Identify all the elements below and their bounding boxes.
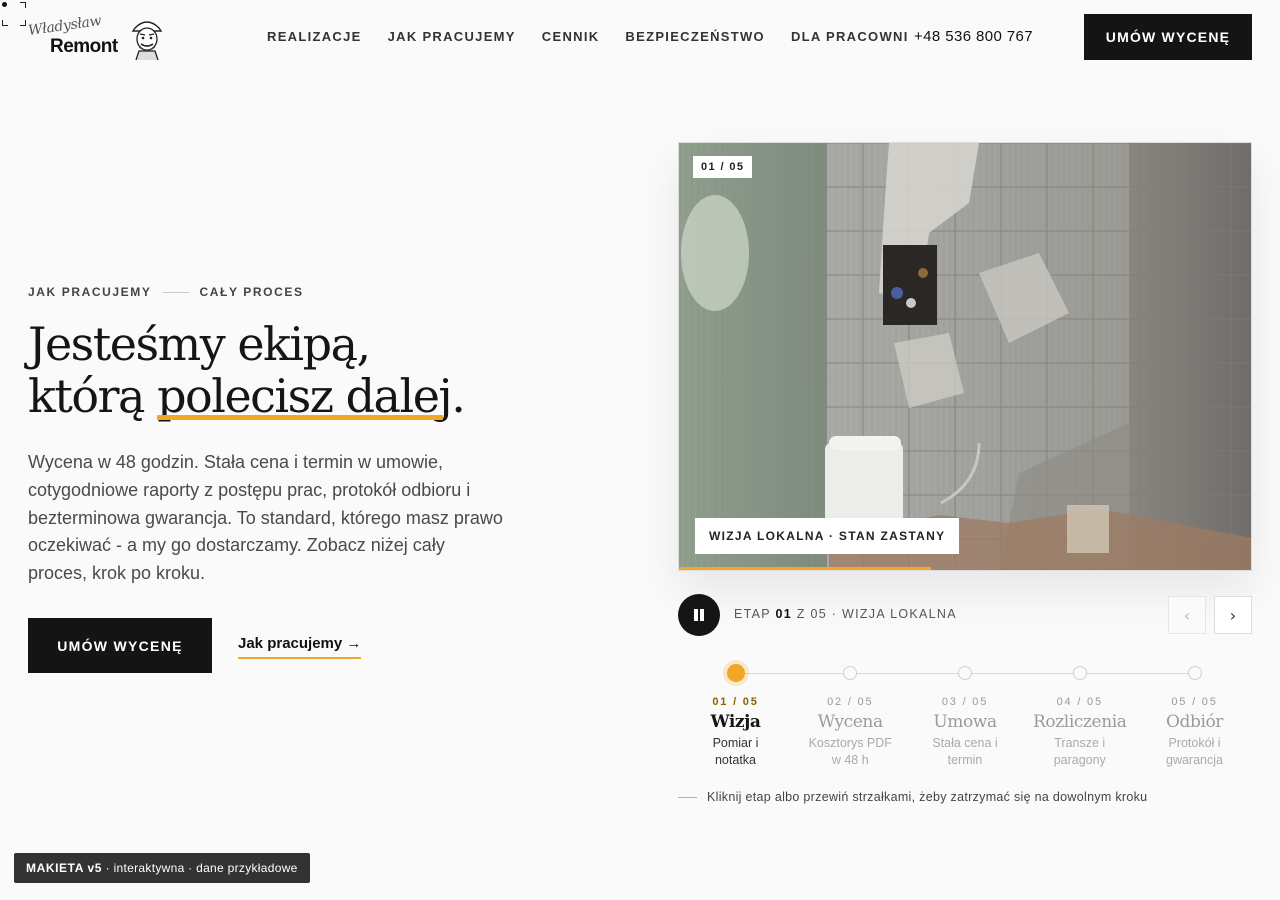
step-number: 05 / 05 [1171,696,1218,708]
phone-link[interactable]: +48 536 800 767 [914,28,1033,45]
stage-indicator: ETAP 01 Z 05 · WIZJA LOKALNA [734,607,957,621]
process-steps: 01 / 05 Wizja Pomiar i notatka 02 / 05 Wycen… [678,663,1252,783]
nav-item-bezpieczenstwo[interactable]: BEZPIECZEŃSTWO [625,29,765,44]
eyebrow-divider [162,291,189,293]
brand-logo[interactable]: Władysław Remont [26,13,166,62]
prev-slide-button[interactable]: ‹ [1168,596,1206,634]
step-number: 01 / 05 [712,696,759,708]
step-description: Pomiar i notatka [712,736,759,767]
step-item[interactable]: 05 / 05 Odbiór Protokół i gwarancja [1137,663,1252,769]
step-number: 03 / 05 [941,696,989,708]
step-title: Umowa [933,712,997,732]
how-we-work-link[interactable]: Jak pracujemy → [238,635,362,659]
step-dot [1072,666,1087,680]
step-item[interactable]: 02 / 05 Wycena Kosztorys PDF w 48 h [793,663,908,769]
hint-divider [678,796,697,798]
corner-marker-icon [2,2,26,26]
hero-quote-button[interactable]: UMÓW WYCENĘ [28,618,212,673]
pause-icon-bar [700,609,704,621]
hint: Kliknij etap albo przewiń strzałkami, że… [678,790,1147,804]
nav-item-cennik[interactable]: CENNIK [542,29,600,44]
slide-caption: WIZJA LOKALNA · STAN ZASTANY [695,518,960,554]
step-number: 04 / 05 [1056,696,1103,708]
step-description: Transze i paragony [1053,736,1106,767]
next-slide-button[interactable]: › [1214,596,1252,634]
step-description: Protokół i gwarancja [1166,736,1223,767]
main-nav: REALIZACJE JAK PRACUJEMY CENNIK BEZPIECZ… [267,29,935,44]
step-item[interactable]: 01 / 05 Wizja Pomiar i notatka [678,663,793,769]
slide-counter: 01 / 05 [693,156,753,178]
worker-face-icon [131,21,163,60]
step-title: Rozliczenia [1032,712,1127,732]
stage-current: 01 [775,607,792,621]
step-title: Odbiór [1165,712,1224,732]
step-item[interactable]: 03 / 05 Umowa Stała cena i termin [908,663,1023,769]
pause-button[interactable] [678,594,720,636]
process-slide[interactable]: 01 / 05 WIZJA LOKALNA · STAN ZASTANY [678,142,1252,571]
hint-text: Kliknij etap albo przewiń strzałkami, że… [707,790,1148,804]
eyebrow-left: JAK PRACUJEMY [28,285,152,299]
step-item[interactable]: 04 / 05 Rozliczenia Transze i paragony [1022,663,1137,769]
headline-line1: Jesteśmy ekipą, [28,317,371,371]
nav-item-dla-pracowni[interactable]: DLA PRACOWNI [791,29,909,44]
step-dot [958,666,972,680]
step-title: Wizja [710,712,761,732]
eyebrow: JAK PRACUJEMY CAŁY PROCES [28,285,304,299]
hero-lead: Wycena w 48 godzin. Stała cena i termin … [28,452,503,584]
badge-rest: · interaktywna · dane przykładowe [102,861,298,875]
badge-strong: MAKIETA v5 [26,861,103,875]
mockup-badge: MAKIETA v5 · interaktywna · dane przykła… [14,853,310,883]
stage-prefix: ETAP [734,607,771,621]
step-description: Stała cena i termin [932,736,998,767]
step-number: 02 / 05 [827,696,874,708]
headline-line2-suffix: . [451,369,466,423]
step-dot [1187,666,1202,680]
slide-progress-bar [679,567,931,570]
pause-icon [694,609,698,621]
nav-item-realizacje[interactable]: REALIZACJE [267,29,362,44]
page-title: Jesteśmy ekipą, którą polecisz dalej. [28,317,466,423]
slider-controls: ETAP 01 Z 05 · WIZJA LOKALNA ‹ › [678,594,1252,636]
logo-wordmark: Remont [50,36,118,57]
step-title: Wycena [817,712,883,732]
step-dot [726,664,745,682]
header-quote-button[interactable]: UMÓW WYCENĘ [1084,14,1252,60]
stage-suffix: Z 05 · WIZJA LOKALNA [796,607,957,621]
eyebrow-right: CAŁY PROCES [199,285,304,299]
nav-item-jak-pracujemy[interactable]: JAK PRACUJEMY [388,29,516,44]
slide-photo [679,143,1251,570]
step-dot [843,666,858,680]
headline-line2-prefix: którą [28,369,158,423]
headline-highlight: polecisz dalej [157,369,453,423]
step-description: Kosztorys PDF w 48 h [808,736,892,767]
